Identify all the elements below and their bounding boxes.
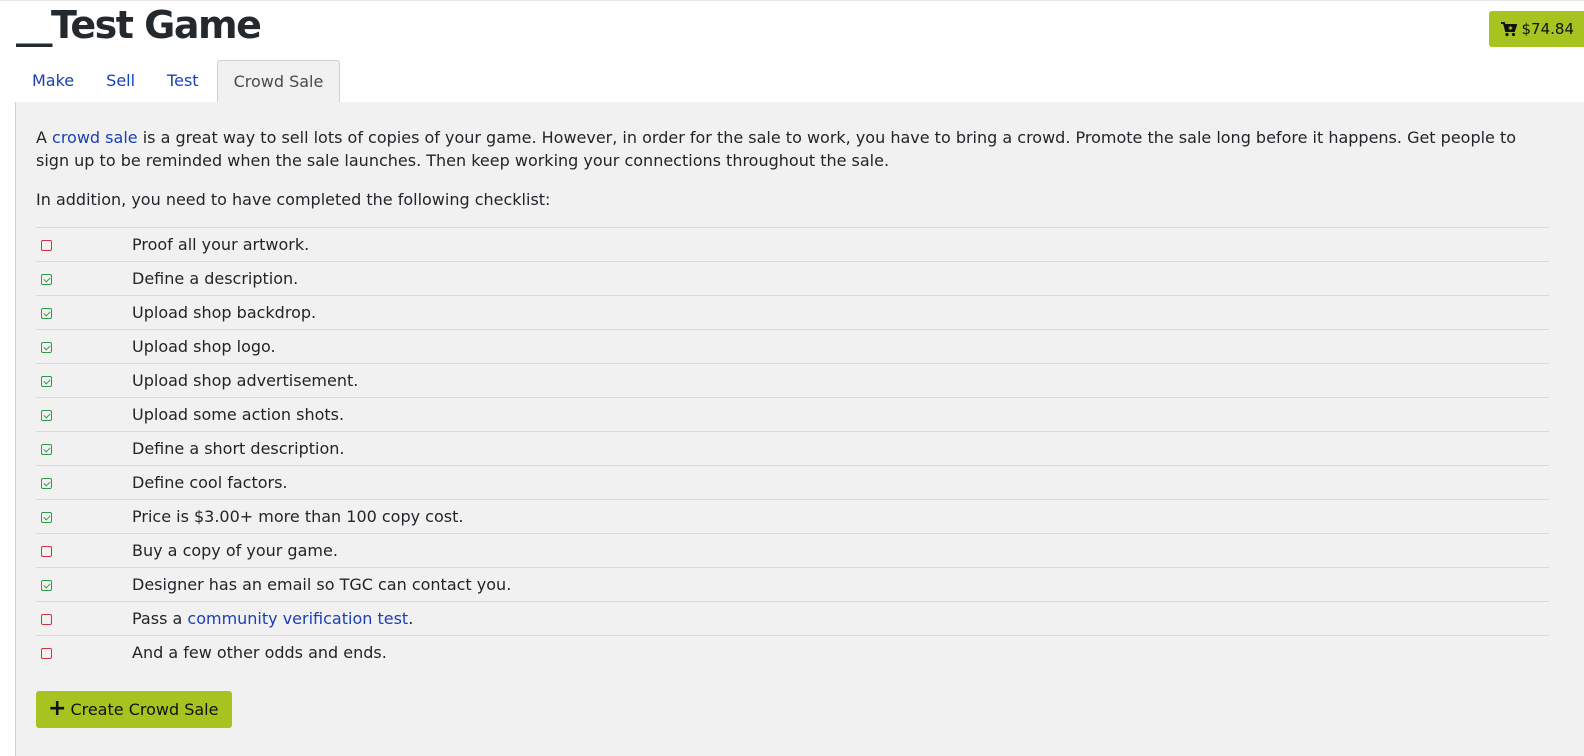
checklist-item-suffix: . [408, 609, 414, 628]
checklist-item-text: And a few other odds and ends. [132, 643, 387, 663]
checklist-item-text: Upload shop logo. [132, 337, 276, 356]
checklist-row: Pass a community verification test. [36, 601, 1549, 636]
checklist-row: Define cool factors. [36, 465, 1549, 500]
checklist-table: Proof all your artwork. Define a descrip… [36, 227, 1549, 670]
crowd-sale-link[interactable]: crowd sale [52, 128, 138, 147]
checkbox-checked-icon [41, 444, 52, 455]
checklist-item-text: Price is $3.00+ more than 100 copy cost. [132, 507, 464, 526]
checkbox-checked-icon [41, 376, 52, 387]
intro-paragraph: A crowd sale is a great way to sell lots… [36, 126, 1546, 172]
tab-test[interactable]: Test [151, 60, 215, 101]
checklist-row: Proof all your artwork. [36, 227, 1549, 262]
create-crowd-sale-label: Create Crowd Sale [70, 700, 219, 719]
checklist-item-text: Pass a community verification test. [132, 602, 1549, 636]
crowd-sale-panel: A crowd sale is a great way to sell lots… [15, 102, 1584, 756]
checklist-item-prefix: Pass a [132, 609, 188, 628]
checkbox-checked-icon [41, 478, 52, 489]
checklist-row: Define a description. [36, 261, 1549, 296]
tab-crowd-sale[interactable]: Crowd Sale [216, 60, 341, 103]
tab-bar: Make Sell Test Crowd Sale [16, 60, 1584, 103]
checkbox-checked-icon [41, 342, 52, 353]
intro-text-rest: is a great way to sell lots of copies of… [36, 128, 1517, 170]
checklist-item-text: Define a short description. [132, 439, 345, 458]
checklist-row: Price is $3.00+ more than 100 copy cost. [36, 499, 1549, 534]
tab-sell[interactable]: Sell [90, 60, 151, 101]
community-verification-test-link[interactable]: community verification test [187, 609, 408, 628]
checkbox-empty-icon [41, 648, 52, 660]
checklist-row: Upload shop backdrop. [36, 295, 1549, 330]
checklist-item-text: Define cool factors. [132, 473, 288, 492]
checklist-item-text: Buy a copy of your game. [132, 541, 338, 560]
checklist-row: Upload shop advertisement. [36, 363, 1549, 398]
checklist-item-text: Proof all your artwork. [132, 235, 310, 254]
cart-total: $74.84 [1521, 20, 1575, 38]
checklist-row: And a few other odds and ends. [36, 635, 1549, 670]
checklist-item-text: Upload some action shots. [132, 405, 345, 424]
checkbox-checked-icon [41, 512, 52, 523]
checklist-row: Upload some action shots. [36, 397, 1549, 432]
checkbox-checked-icon [41, 580, 52, 591]
checklist-item-text: Designer has an email so TGC can contact… [132, 575, 512, 594]
cart-button[interactable]: $74.84 [1488, 11, 1584, 47]
create-crowd-sale-button[interactable]: + Create Crowd Sale [36, 691, 233, 728]
checklist-intro: In addition, you need to have completed … [36, 190, 551, 209]
plus-icon: + [48, 695, 67, 721]
checklist-item-text: Define a description. [132, 269, 299, 288]
checkbox-empty-icon [41, 546, 52, 557]
tab-make[interactable]: Make [16, 60, 90, 101]
checklist-item-text: Upload shop advertisement. [132, 371, 359, 390]
checkbox-checked-icon [41, 410, 52, 421]
intro-text-start: A [36, 128, 53, 147]
title-text: Test Game [51, 3, 262, 47]
checklist-row: Upload shop logo. [36, 329, 1549, 364]
checklist-row: Buy a copy of your game. [36, 533, 1549, 568]
checklist-row: Define a short description. [36, 431, 1549, 466]
title-prefix: __ [16, 3, 53, 47]
checkbox-empty-icon [41, 614, 52, 625]
checkbox-empty-icon [41, 240, 52, 251]
checkbox-checked-icon [41, 274, 52, 285]
page-title: __Test Game [16, 0, 262, 50]
shopping-cart-icon [1500, 21, 1517, 36]
checkbox-checked-icon [41, 308, 52, 319]
checklist-row: Designer has an email so TGC can contact… [36, 567, 1549, 602]
checklist-item-text: Upload shop backdrop. [132, 303, 317, 322]
